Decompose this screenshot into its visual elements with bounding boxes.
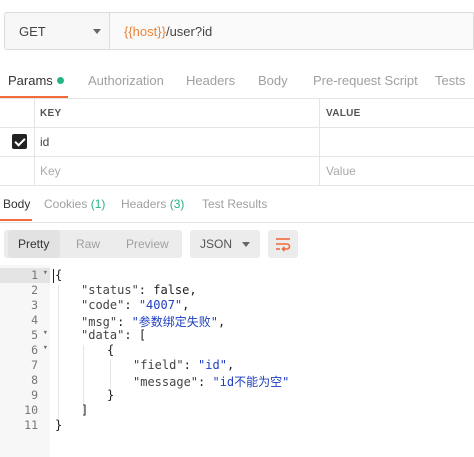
request-tabs: Params Authorization Headers Body Pre-re… xyxy=(0,62,474,99)
param-value-cell[interactable] xyxy=(320,128,474,156)
wrap-lines-icon xyxy=(276,238,291,252)
active-response-tab-indicator xyxy=(0,219,32,221)
fold-chevron-icon[interactable]: ▾ xyxy=(43,343,48,353)
active-tab-indicator xyxy=(0,96,68,98)
response-tab-cookies[interactable]: Cookies (1) xyxy=(44,197,105,211)
line-number-gutter: 1 ▾ 2 3 4 5 ▾ 6 ▾ 7 8 9 10 11 xyxy=(0,265,50,457)
url-variable: {{host}} xyxy=(124,24,166,39)
response-tabs: Body Cookies (1) Headers (3) Test Result… xyxy=(0,186,474,223)
new-param-check-cell xyxy=(0,157,35,185)
tab-tests[interactable]: Tests xyxy=(435,73,465,88)
code-line: ] xyxy=(81,403,89,417)
key-placeholder: Key xyxy=(40,164,61,178)
url-path: /user?id xyxy=(165,24,213,39)
tab-authorization[interactable]: Authorization xyxy=(88,73,164,88)
code-line: { xyxy=(107,343,115,357)
value-placeholder: Value xyxy=(326,164,356,178)
code-line: "msg": "参数绑定失败", xyxy=(81,315,226,329)
code-line: "status": false, xyxy=(81,283,197,297)
url-text: {{host}}/user?id xyxy=(124,24,212,39)
tab-body[interactable]: Body xyxy=(258,73,288,88)
line-number: 11 xyxy=(24,418,38,432)
line-number: 1 ▾ xyxy=(0,268,50,283)
header-key-cell: KEY xyxy=(34,99,320,127)
chevron-down-icon xyxy=(93,29,101,34)
tab-pre-request-script[interactable]: Pre-request Script xyxy=(313,73,418,88)
line-number: 5 ▾ xyxy=(31,328,48,342)
new-param-row: Key Value xyxy=(0,157,474,186)
code-line: { xyxy=(55,268,63,282)
headers-count: (3) xyxy=(169,197,185,211)
params-table: KEY VALUE id Key Value xyxy=(0,99,474,186)
line-number: 6 ▾ xyxy=(31,343,48,357)
line-number: 7 xyxy=(31,358,38,372)
wrap-lines-button[interactable] xyxy=(268,230,298,258)
method-select[interactable]: GET xyxy=(4,12,110,50)
indent-guide xyxy=(58,285,59,430)
indent-guide xyxy=(110,360,111,390)
code-line: "code": "4007", xyxy=(81,298,190,312)
param-key-cell[interactable]: id xyxy=(34,128,320,156)
view-preview-button[interactable]: Preview xyxy=(126,237,169,251)
line-number: 3 xyxy=(31,298,38,312)
fold-chevron-icon[interactable]: ▾ xyxy=(43,328,48,338)
line-number: 10 xyxy=(24,403,38,417)
code-line: } xyxy=(55,418,63,432)
chevron-down-icon xyxy=(242,242,250,247)
response-tab-body[interactable]: Body xyxy=(3,197,30,211)
tab-params[interactable]: Params xyxy=(8,73,64,88)
line-number: 9 xyxy=(31,388,38,402)
view-raw-button[interactable]: Raw xyxy=(76,237,100,251)
new-value-cell[interactable]: Value xyxy=(320,157,474,185)
new-key-cell[interactable]: Key xyxy=(34,157,320,185)
line-number: 4 xyxy=(31,313,38,327)
response-tab-test-results[interactable]: Test Results xyxy=(202,197,267,211)
code-line: } xyxy=(107,388,115,402)
tab-headers[interactable]: Headers xyxy=(186,73,235,88)
header-value-cell: VALUE xyxy=(320,99,474,127)
param-check-cell xyxy=(0,128,35,156)
response-tab-headers[interactable]: Headers (3) xyxy=(121,197,184,211)
column-value: VALUE xyxy=(326,108,361,119)
response-body-editor[interactable]: 1 ▾ 2 3 4 5 ▾ 6 ▾ 7 8 9 10 11 { "status": f… xyxy=(0,265,474,457)
param-row: id xyxy=(0,128,474,157)
tab-params-label: Params xyxy=(8,73,53,88)
header-check-cell xyxy=(0,99,35,127)
code-line: "message": "id不能为空" xyxy=(133,375,290,389)
line-number: 2 xyxy=(31,283,38,297)
param-key: id xyxy=(40,135,50,149)
method-label: GET xyxy=(19,24,46,39)
params-header-row: KEY VALUE xyxy=(0,99,474,128)
line-number: 8 xyxy=(31,373,38,387)
view-mode-group: Pretty Raw Preview xyxy=(4,230,182,258)
code-line: "field": "id", xyxy=(133,358,235,372)
column-key: KEY xyxy=(40,108,62,119)
url-input[interactable]: {{host}}/user?id xyxy=(110,12,474,50)
format-label: JSON xyxy=(200,237,233,251)
headers-label: Headers xyxy=(121,197,167,211)
active-dot-icon xyxy=(56,77,64,85)
text-cursor xyxy=(53,269,54,283)
cookies-label: Cookies xyxy=(44,197,88,211)
checkbox-checked-icon[interactable] xyxy=(12,134,27,149)
code-line: "data": [ xyxy=(81,328,147,342)
view-pretty-button[interactable]: Pretty xyxy=(18,237,49,251)
cookies-count: (1) xyxy=(90,197,106,211)
fold-chevron-icon[interactable]: ▾ xyxy=(43,268,48,278)
request-bar: GET {{host}}/user?id xyxy=(0,0,474,60)
format-select[interactable]: JSON xyxy=(190,230,260,258)
